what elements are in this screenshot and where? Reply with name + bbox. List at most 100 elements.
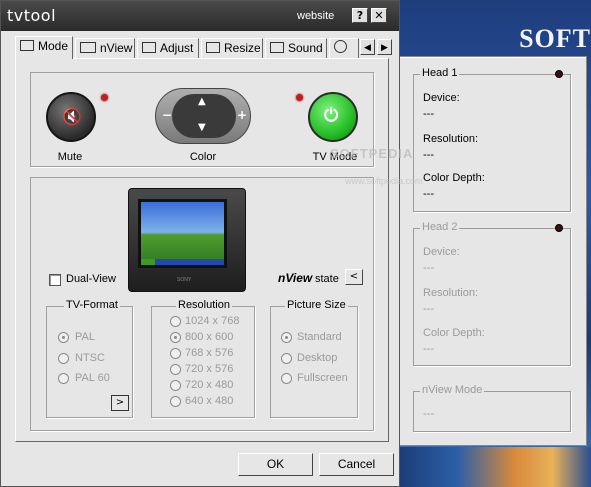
adjust-icon — [142, 42, 156, 53]
tv-screen — [138, 199, 227, 268]
tvmode-button[interactable]: ⏻ — [308, 92, 358, 142]
nview-mode-value: --- — [423, 408, 434, 420]
option-res-1024: 1024 x 768 — [185, 315, 240, 327]
nview-mode-title: nView Mode — [420, 384, 485, 396]
head2-title: Head 2 — [420, 221, 460, 233]
tvtool-window: tvtool website ? ✕ Mode nView Adjust Res… — [0, 0, 400, 487]
option-res-768: 768 x 576 — [185, 347, 234, 359]
color-up-button[interactable]: ▲ — [198, 96, 206, 107]
option-res-720x576: 720 x 576 — [185, 363, 234, 375]
head2-depth-label: Color Depth: — [423, 327, 485, 339]
option-pal60: PAL 60 — [75, 372, 110, 384]
color-down-button[interactable]: ▼ — [198, 122, 206, 133]
tab-sound[interactable]: Sound — [265, 38, 327, 58]
tab-mode[interactable]: Mode — [15, 36, 73, 59]
radio-desktop[interactable] — [281, 353, 292, 364]
tab-nview-label: nView — [100, 41, 133, 55]
dual-view-checkbox[interactable] — [49, 274, 61, 286]
head2-device-value: --- — [423, 262, 434, 274]
tab-more[interactable] — [329, 38, 359, 58]
background-image-strip — [400, 447, 591, 487]
head1-status-led — [555, 70, 563, 78]
app-logo: tvtool — [7, 6, 57, 25]
resize-icon — [206, 42, 220, 53]
help-button[interactable]: ? — [352, 8, 368, 23]
mute-label: Mute — [57, 151, 83, 163]
color-minus-button[interactable]: − — [162, 108, 172, 122]
radio-res-720x576[interactable] — [170, 364, 181, 375]
head1-resolution-label: Resolution: — [423, 133, 479, 145]
nview-brand: nView — [278, 271, 313, 285]
tab-mode-label: Mode — [38, 39, 69, 53]
option-desktop: Desktop — [297, 352, 338, 364]
head2-status-led — [555, 224, 563, 232]
nview-state-button[interactable]: < — [345, 269, 363, 285]
nview-icon — [80, 42, 96, 53]
mute-icon: 🔇 — [62, 107, 82, 126]
ok-button[interactable]: OK — [238, 453, 313, 476]
website-link[interactable]: website — [297, 10, 334, 22]
tab-adjust[interactable]: Adjust — [137, 38, 199, 58]
display-box: SONY Dual-View nView state < TV-Format P… — [30, 177, 374, 431]
radio-pal60[interactable] — [58, 373, 69, 384]
head2-group: Head 2 Device: --- Resolution: --- Color… — [413, 221, 571, 366]
dual-view-label: Dual-View — [66, 273, 116, 285]
tv-format-group: TV-Format PAL NTSC PAL 60 > — [46, 299, 133, 418]
radio-fullscreen[interactable] — [281, 373, 292, 384]
picture-size-title: Picture Size — [285, 299, 348, 311]
sound-icon — [270, 42, 284, 53]
option-standard: Standard — [297, 331, 342, 343]
radio-res-720x480[interactable] — [170, 380, 181, 391]
tvmode-led — [296, 94, 303, 101]
radio-ntsc[interactable] — [58, 353, 69, 364]
color-pad[interactable]: ▲ ▼ − + — [155, 88, 251, 144]
option-res-640: 640 x 480 — [185, 395, 234, 407]
mute-led — [101, 94, 108, 101]
nview-mode-group: nView Mode --- — [413, 384, 571, 432]
tab-scroll-left[interactable]: ◀ — [360, 39, 375, 55]
clock-icon — [334, 40, 347, 53]
mute-button[interactable]: 🔇 — [46, 92, 96, 142]
resolution-group: Resolution 1024 x 768 800 x 600 768 x 57… — [151, 299, 255, 418]
power-icon: ⏻ — [324, 105, 339, 126]
tv-preview: SONY — [128, 188, 246, 292]
tab-adjust-label: Adjust — [160, 41, 194, 55]
head2-resolution-label: Resolution: — [423, 287, 479, 299]
background-brand-text: SOFT — [519, 24, 591, 53]
option-fullscreen: Fullscreen — [297, 372, 348, 384]
watermark: SOFTPEDIA — [330, 146, 414, 161]
radio-standard[interactable] — [281, 332, 292, 343]
tab-resize-label: Resize — [224, 41, 261, 55]
tab-sound-label: Sound — [288, 41, 323, 55]
radio-res-640[interactable] — [170, 396, 181, 407]
monitor-icon — [20, 40, 34, 51]
head1-device-label: Device: — [423, 92, 460, 104]
tab-scroll-right[interactable]: ▶ — [377, 39, 392, 55]
tab-resize[interactable]: Resize — [201, 38, 263, 58]
nview-state-label: state — [315, 273, 339, 285]
cancel-button[interactable]: Cancel — [319, 453, 394, 476]
option-pal: PAL — [75, 331, 95, 343]
mode-tab-page: 🔇 Mute ▲ ▼ − + Color ⏻ TV Mode SONY Dual… — [15, 58, 389, 442]
resolution-title: Resolution — [176, 299, 232, 311]
option-res-800: 800 x 600 — [185, 331, 234, 343]
radio-res-800[interactable] — [170, 332, 181, 343]
head2-depth-value: --- — [423, 343, 434, 355]
color-label: Color — [189, 151, 217, 163]
picture-size-group: Picture Size Standard Desktop Fullscreen — [270, 299, 358, 418]
controls-box: 🔇 Mute ▲ ▼ − + Color ⏻ TV Mode — [30, 72, 374, 167]
radio-res-1024[interactable] — [170, 316, 181, 327]
head1-device-value: --- — [423, 108, 434, 120]
tv-format-title: TV-Format — [64, 299, 120, 311]
tab-nview[interactable]: nView — [75, 38, 135, 58]
radio-res-768[interactable] — [170, 348, 181, 359]
title-bar[interactable]: tvtool website ? ✕ — [1, 1, 399, 31]
color-plus-button[interactable]: + — [237, 108, 247, 122]
color-pad-center: ▲ ▼ — [172, 94, 236, 138]
tv-brand: SONY — [177, 277, 192, 283]
head1-group: Head 1 Device: --- Resolution: --- Color… — [413, 67, 571, 212]
tv-format-more-button[interactable]: > — [111, 395, 129, 411]
head1-depth-label: Color Depth: — [423, 172, 485, 184]
close-button[interactable]: ✕ — [371, 8, 387, 23]
radio-pal[interactable] — [58, 332, 69, 343]
